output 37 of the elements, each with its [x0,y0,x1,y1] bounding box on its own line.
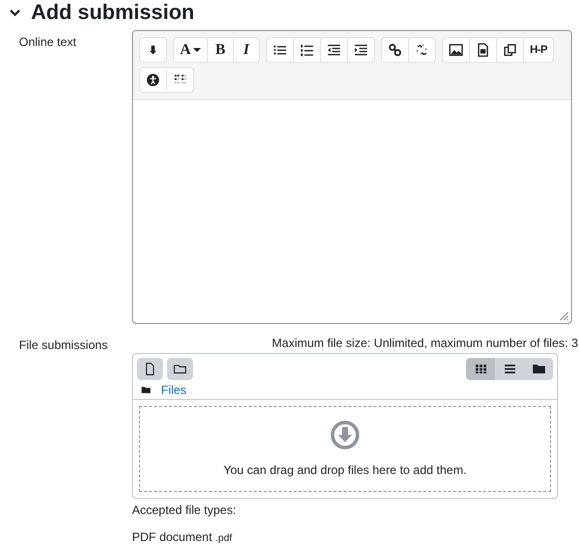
file-icon [143,362,157,376]
copy-files-icon [502,43,517,57]
numbered-list-icon [300,43,314,57]
accessibility-icon [146,73,160,87]
files-path-link[interactable]: Files [161,380,186,398]
italic-button[interactable]: I [232,38,259,62]
field-label: File submissions [18,337,109,354]
indent-icon [354,43,368,57]
folder-icon [173,362,187,376]
list-view-button[interactable] [495,358,524,380]
text-editor[interactable]: A B I H-P [132,30,572,324]
font-style-button[interactable]: A [174,38,207,62]
folder-icon [532,362,546,376]
unlink-icon [414,43,429,57]
link-icon [388,43,402,57]
list-icon [502,362,516,376]
image-icon [448,43,463,57]
add-file-button[interactable] [137,358,163,380]
caret-icon [192,46,201,54]
folder-icon [141,384,151,394]
file-type: PDF document .pdf [132,529,234,546]
h5p-button[interactable]: H-P [522,38,554,62]
grid-view-button[interactable] [466,358,495,380]
drop-hint: You can drag and drop files here to add them. [223,462,467,479]
drop-zone[interactable]: You can drag and drop files here to add them. [139,406,551,492]
download-icon [329,419,361,451]
tree-view-button[interactable] [524,358,553,380]
media-file-icon [476,43,490,57]
section-heading: Add submission [31,0,194,26]
grid-icon [474,362,488,376]
outdent-icon [326,43,341,57]
field-label: Online text [18,34,78,51]
file-limits: Maximum file size: Unlimited, maximum number of files: 3 [270,335,579,352]
bullet-list-icon [272,43,287,57]
accepted-types-label: Accepted file types: [132,502,238,519]
create-folder-button[interactable] [167,358,193,380]
bold-button[interactable]: B [206,38,233,62]
